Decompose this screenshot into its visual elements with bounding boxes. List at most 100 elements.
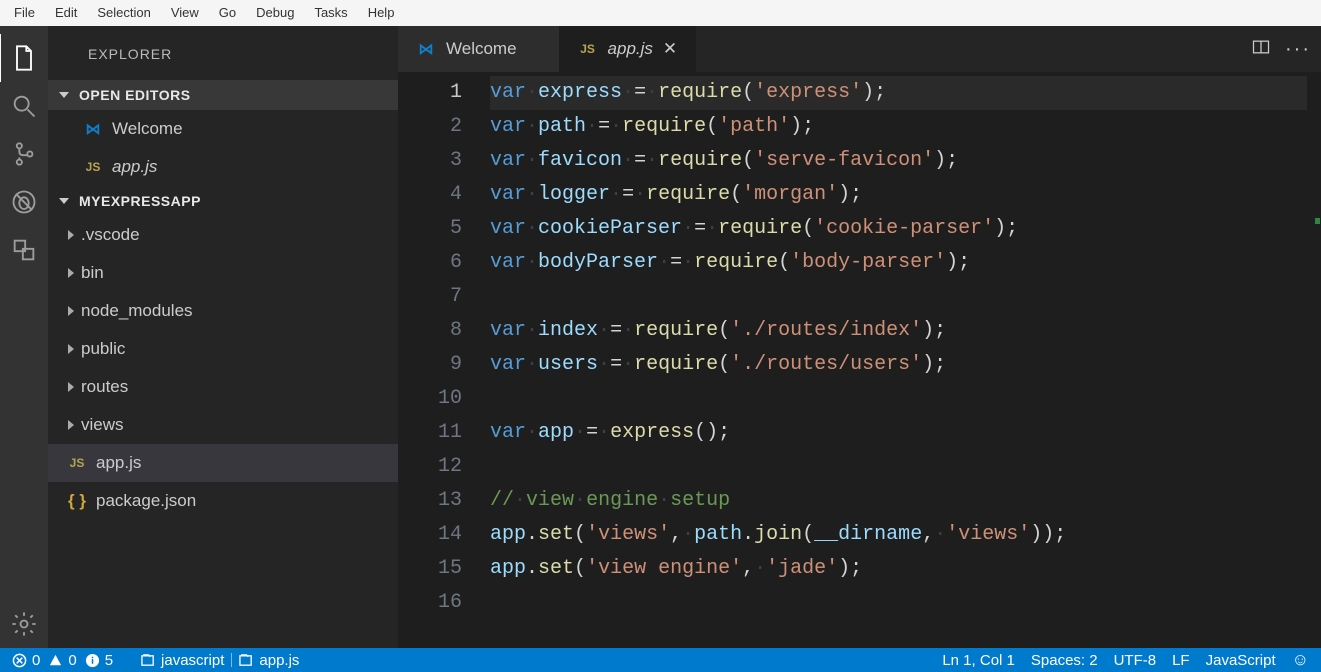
sidebar-title: EXPLORER [48, 26, 398, 80]
open-editor-item[interactable]: JS app.js [48, 148, 398, 186]
workspace-header[interactable]: MYEXPRESSAPP [48, 186, 398, 216]
menu-debug[interactable]: Debug [246, 0, 304, 26]
open-editor-label: app.js [112, 157, 157, 177]
line-number: 2 [398, 110, 462, 144]
folder-item[interactable]: public [48, 330, 398, 368]
chevron-right-icon [68, 420, 74, 430]
file-item[interactable]: JS app.js [48, 444, 398, 482]
overview-marker [1315, 218, 1320, 224]
status-warnings-count: 0 [68, 652, 76, 669]
line-number: 1 [398, 76, 462, 110]
tree-item-label: package.json [96, 491, 196, 511]
line-number: 8 [398, 314, 462, 348]
code-line: app.set('view engine',·'jade'); [490, 552, 1307, 586]
status-info[interactable]: 5 [85, 648, 121, 672]
line-number: 16 [398, 586, 462, 620]
line-number: 9 [398, 348, 462, 382]
close-icon[interactable]: ✕ [663, 39, 677, 59]
status-eol[interactable]: LF [1164, 648, 1198, 672]
workspace-label: MYEXPRESSAPP [79, 193, 201, 209]
tree-item-label: node_modules [81, 301, 193, 321]
tree-item-label: bin [81, 263, 104, 283]
menu-go[interactable]: Go [209, 0, 246, 26]
code-line [490, 586, 1307, 620]
status-language[interactable]: JavaScript [1198, 648, 1284, 672]
more-actions-icon[interactable]: ··· [1285, 38, 1311, 61]
search-icon[interactable] [0, 82, 48, 130]
tab-label: app.js [608, 39, 653, 59]
status-encoding[interactable]: UTF-8 [1106, 648, 1165, 672]
chevron-right-icon [68, 382, 74, 392]
tree-item-label: views [81, 415, 124, 435]
open-editors-header[interactable]: OPEN EDITORS [48, 80, 398, 110]
status-scope[interactable]: javascript app.js [133, 648, 307, 672]
line-number: 15 [398, 552, 462, 586]
js-file-icon: JS [66, 456, 88, 470]
menu-tasks[interactable]: Tasks [304, 0, 357, 26]
chevron-right-icon [68, 268, 74, 278]
line-number: 7 [398, 280, 462, 314]
tree-item-label: app.js [96, 453, 141, 473]
line-number: 14 [398, 518, 462, 552]
status-errors[interactable]: 0 [4, 648, 48, 672]
line-number: 4 [398, 178, 462, 212]
explorer-sidebar: EXPLORER OPEN EDITORS ⋈ Welcome JS app.js M… [48, 26, 398, 648]
line-number: 5 [398, 212, 462, 246]
folder-item[interactable]: bin [48, 254, 398, 292]
vs-icon: ⋈ [82, 120, 104, 138]
folder-item[interactable]: .vscode [48, 216, 398, 254]
menu-selection[interactable]: Selection [87, 0, 160, 26]
editor-tabs: ⋈ Welcome ✕JS app.js ✕ ··· [398, 26, 1321, 72]
tree-item-label: routes [81, 377, 128, 397]
vs-icon: ⋈ [416, 40, 436, 58]
line-number: 11 [398, 416, 462, 450]
source-control-icon[interactable] [0, 130, 48, 178]
code-editor[interactable]: var·express·=·require('express');var·pat… [490, 72, 1307, 648]
split-editor-icon[interactable] [1251, 37, 1271, 62]
folder-item[interactable]: node_modules [48, 292, 398, 330]
editor-tab[interactable]: JS app.js ✕ [560, 26, 696, 72]
code-line [490, 382, 1307, 416]
status-cursor[interactable]: Ln 1, Col 1 [934, 648, 1023, 672]
folder-item[interactable]: views [48, 406, 398, 444]
menu-file[interactable]: File [4, 0, 45, 26]
open-editors-label: OPEN EDITORS [79, 87, 191, 103]
code-line: var·favicon·=·require('serve-favicon'); [490, 144, 1307, 178]
open-editor-item[interactable]: ⋈ Welcome [48, 110, 398, 148]
status-indent[interactable]: Spaces: 2 [1023, 648, 1106, 672]
line-number: 10 [398, 382, 462, 416]
folder-item[interactable]: routes [48, 368, 398, 406]
menu-edit[interactable]: Edit [45, 0, 87, 26]
settings-gear-icon[interactable] [0, 600, 48, 648]
explorer-icon[interactable] [0, 34, 47, 82]
feedback-icon[interactable]: ☺ [1284, 648, 1317, 672]
chevron-right-icon [68, 230, 74, 240]
editor-group: ⋈Welcome✕JSapp.js✕ ··· 12345678910111213… [398, 26, 1321, 648]
menu-help[interactable]: Help [358, 0, 405, 26]
editor-tab[interactable]: ⋈Welcome✕ [398, 26, 560, 72]
line-number: 13 [398, 484, 462, 518]
status-warnings[interactable]: 0 [48, 648, 84, 672]
activity-bar [0, 26, 48, 648]
code-line: var·express·=·require('express'); [490, 76, 1307, 110]
js-file-icon: JS [578, 42, 598, 56]
tab-label: Welcome [446, 39, 517, 59]
debug-icon[interactable] [0, 178, 48, 226]
chevron-down-icon [59, 92, 69, 98]
code-line: var·path·=·require('path'); [490, 110, 1307, 144]
file-item[interactable]: { } package.json [48, 482, 398, 520]
code-line: var·index·=·require('./routes/index'); [490, 314, 1307, 348]
open-editor-label: Welcome [112, 119, 183, 139]
js-file-icon: JS [82, 160, 104, 174]
line-number-gutter: 12345678910111213141516 [398, 72, 490, 648]
code-line: //·view·engine·setup [490, 484, 1307, 518]
code-line: app.set('views',·path.join(__dirname,·'v… [490, 518, 1307, 552]
chevron-down-icon [59, 198, 69, 204]
code-line [490, 280, 1307, 314]
menu-view[interactable]: View [161, 0, 209, 26]
json-file-icon: { } [66, 491, 88, 511]
overview-ruler[interactable] [1307, 72, 1321, 648]
code-line: var·logger·=·require('morgan'); [490, 178, 1307, 212]
extensions-icon[interactable] [0, 226, 48, 274]
status-bar: 0 0 5 javascript app.js Ln 1, Col 1 Spac… [0, 648, 1321, 672]
